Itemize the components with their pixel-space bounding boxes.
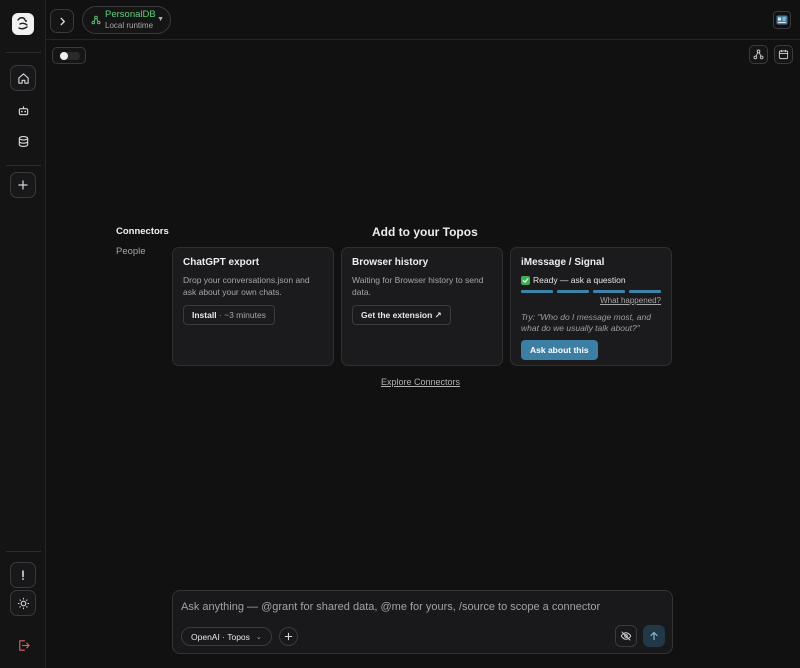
agent-button[interactable] xyxy=(10,97,36,123)
graph-view-button[interactable] xyxy=(749,45,768,64)
progress-segment xyxy=(521,290,553,293)
database-selector[interactable]: PersonalDB Local runtime ▼ xyxy=(82,6,171,34)
alert-button[interactable] xyxy=(10,562,36,588)
attach-button[interactable] xyxy=(279,627,298,646)
calendar-button[interactable] xyxy=(774,45,793,64)
logout-icon xyxy=(18,639,30,651)
robot-icon xyxy=(18,105,28,115)
chevron-right-icon xyxy=(60,17,65,25)
eye-off-icon xyxy=(620,631,632,641)
ask-about-this-button[interactable]: Ask about this xyxy=(521,340,598,360)
connector-card-imessage: iMessage / Signal Ready — ask a question… xyxy=(510,247,672,366)
chevron-down-icon: ⌄ xyxy=(255,633,262,641)
install-button[interactable]: Install · ~3 minutes xyxy=(183,305,275,325)
card-title: ChatGPT export xyxy=(183,257,260,268)
app-logo-icon[interactable] xyxy=(12,13,34,35)
what-happened-link[interactable]: What happened? xyxy=(521,296,661,305)
get-extension-button[interactable]: Get the extension ↗ xyxy=(352,305,451,325)
send-button[interactable] xyxy=(643,625,665,647)
connectors-side-nav: Connectors People xyxy=(116,226,169,266)
add-button[interactable] xyxy=(10,172,36,198)
top-bar: PersonalDB Local runtime ▼ xyxy=(46,0,800,40)
side-nav-item-connectors[interactable]: Connectors xyxy=(116,226,169,237)
sun-icon xyxy=(17,597,29,609)
connector-card-chatgpt: ChatGPT export Drop your conversations.j… xyxy=(172,247,334,366)
network-icon xyxy=(91,15,101,25)
left-rail xyxy=(0,0,46,668)
model-selector[interactable]: OpenAI · Topos ⌄ xyxy=(181,627,272,646)
install-duration: · ~3 minutes xyxy=(216,310,266,320)
logout-button[interactable] xyxy=(10,632,36,658)
id-card-icon xyxy=(776,15,788,25)
database-button[interactable] xyxy=(10,128,36,154)
main-area: PersonalDB Local runtime ▼ Connectors Pe… xyxy=(46,0,800,668)
database-icon xyxy=(18,135,28,147)
card-description: Waiting for Browser history to send data… xyxy=(352,275,484,297)
home-icon xyxy=(17,72,29,84)
rail-divider xyxy=(6,52,41,53)
toggle-knob xyxy=(60,52,68,60)
status-text: Ready — ask a question xyxy=(533,275,626,285)
explore-connectors-link[interactable]: Explore Connectors xyxy=(381,377,460,387)
example-question: Try: "Who do I message most, and what do… xyxy=(521,312,651,333)
check-icon xyxy=(521,275,530,285)
progress-segment xyxy=(629,290,661,293)
install-label: Install xyxy=(192,310,217,320)
toggle-track xyxy=(60,52,80,60)
page-title: Add to your Topos xyxy=(372,225,478,239)
exclamation-icon xyxy=(22,570,24,580)
home-button[interactable] xyxy=(10,65,36,91)
card-title: Browser history xyxy=(352,257,429,268)
model-label: OpenAI · Topos xyxy=(191,631,250,642)
database-name: PersonalDB xyxy=(105,8,156,20)
plus-icon xyxy=(18,180,28,190)
expand-sidebar-button[interactable] xyxy=(50,9,74,33)
chat-composer: OpenAI · Topos ⌄ xyxy=(172,590,673,654)
caret-down-icon: ▼ xyxy=(157,16,164,23)
database-subtitle: Local runtime xyxy=(105,20,154,30)
chat-input[interactable] xyxy=(181,599,661,615)
private-mode-button[interactable] xyxy=(615,625,637,647)
progress-segment xyxy=(557,290,589,293)
card-title: iMessage / Signal xyxy=(521,257,605,268)
mode-toggle[interactable] xyxy=(52,47,86,64)
progress-segment xyxy=(593,290,625,293)
progress-bar xyxy=(521,290,661,293)
rail-divider xyxy=(6,551,41,552)
profile-card-button[interactable] xyxy=(773,11,791,29)
calendar-icon xyxy=(778,49,789,60)
rail-divider xyxy=(6,165,41,166)
plus-icon xyxy=(284,632,293,641)
connector-card-browser: Browser history Waiting for Browser hist… xyxy=(341,247,503,366)
theme-button[interactable] xyxy=(10,590,36,616)
side-nav-item-people[interactable]: People xyxy=(116,246,169,257)
card-description: Drop your conversations.json and ask abo… xyxy=(183,275,310,297)
status-row: Ready — ask a question xyxy=(521,275,661,285)
graph-icon xyxy=(753,49,764,60)
arrow-up-icon xyxy=(650,631,658,641)
